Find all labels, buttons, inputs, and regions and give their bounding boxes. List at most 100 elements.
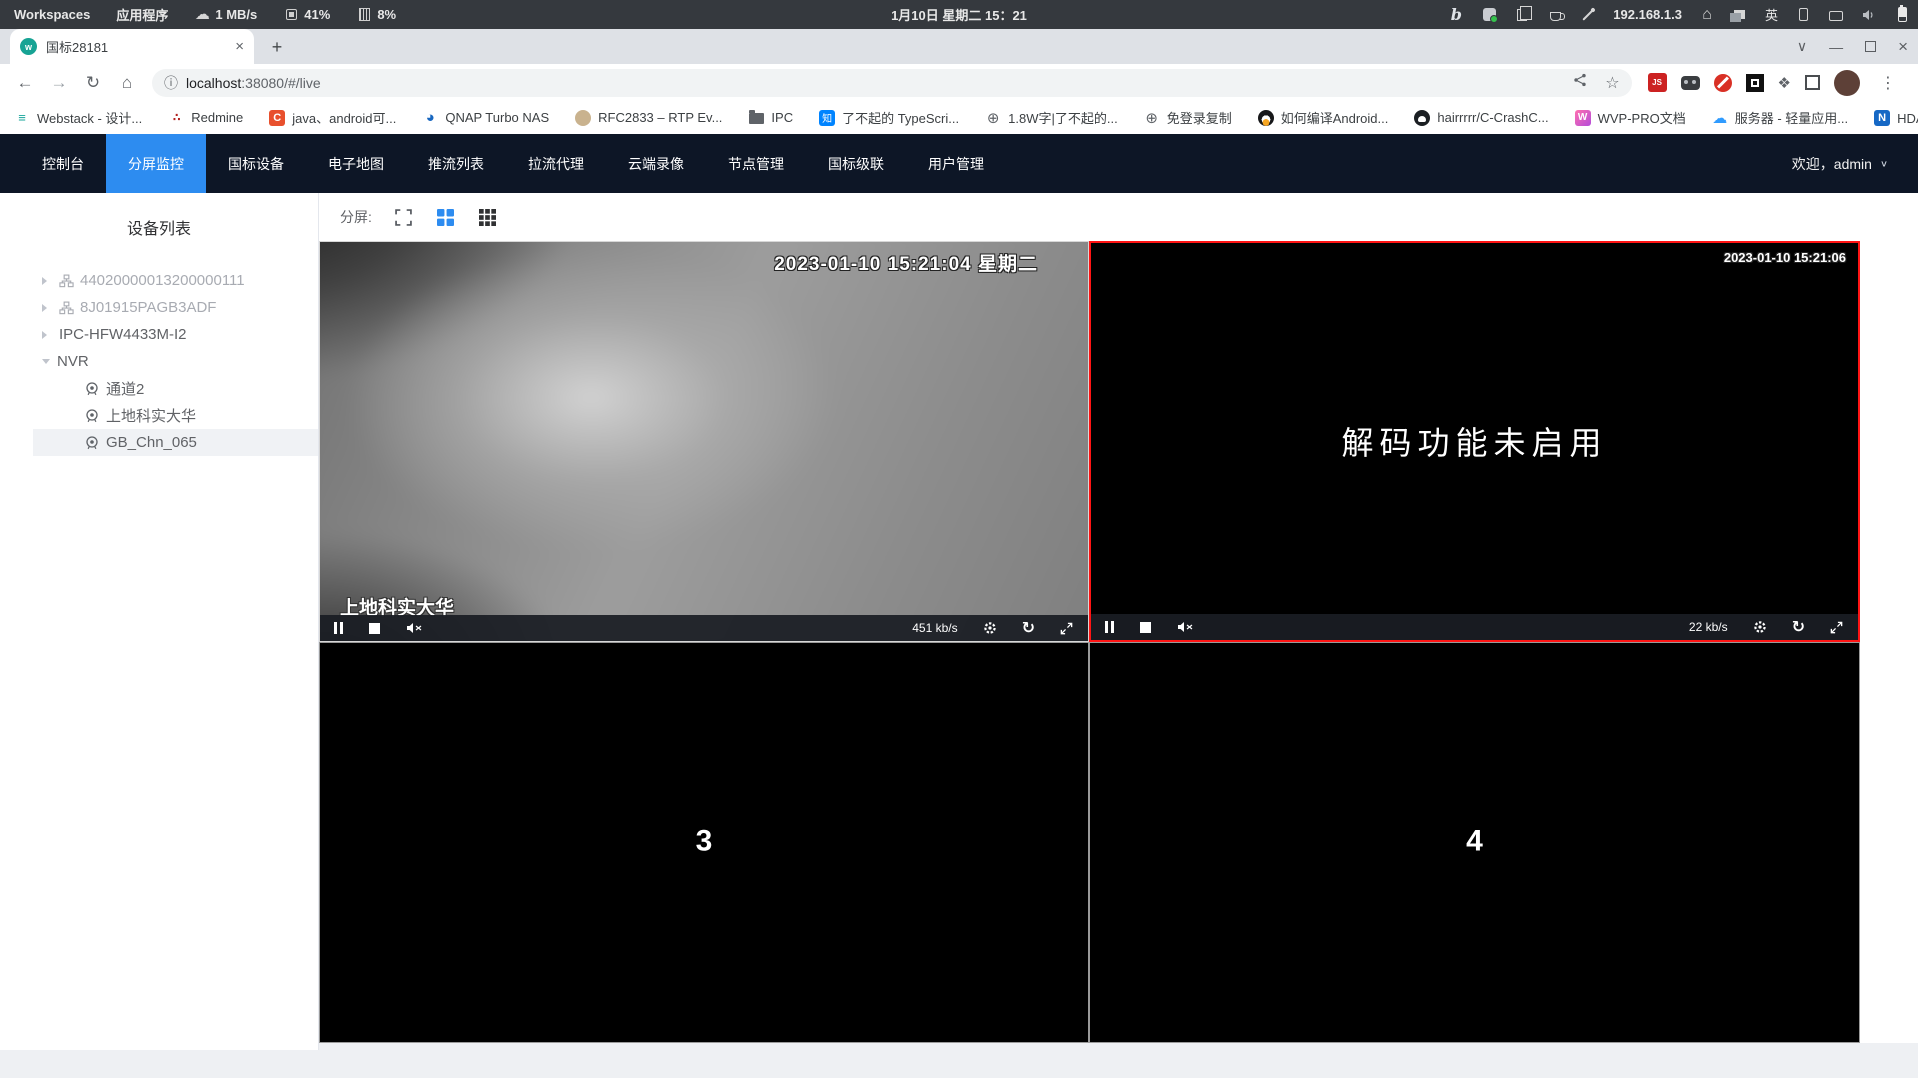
- extension-square-icon[interactable]: [1805, 75, 1820, 90]
- nav-item-node-manage[interactable]: 节点管理: [706, 134, 806, 193]
- clipboard-icon[interactable]: [1514, 5, 1533, 23]
- net-speed-indicator[interactable]: ☁ 1 MB/s: [194, 7, 257, 23]
- tree-node-channel2[interactable]: 通道2: [0, 375, 318, 402]
- extension-screenshot-icon[interactable]: [1745, 73, 1764, 92]
- refresh-icon[interactable]: ↻: [1792, 619, 1805, 635]
- home-icon[interactable]: ⌂: [1699, 6, 1715, 23]
- forward-button[interactable]: →: [44, 68, 74, 98]
- bookmark-redmine[interactable]: ∴ Redmine: [168, 110, 243, 126]
- bookmark-18w[interactable]: ⊕ 1.8W字|了不起的...: [985, 108, 1118, 127]
- reload-button[interactable]: ↻: [78, 68, 108, 98]
- stop-icon[interactable]: [1140, 619, 1151, 635]
- video-pane-3[interactable]: 3: [319, 642, 1089, 1043]
- share-icon[interactable]: [1573, 73, 1587, 92]
- tab-close-icon[interactable]: ×: [235, 39, 244, 54]
- bing-icon[interactable]: b: [1448, 5, 1464, 24]
- browser-menu-icon[interactable]: ⋮: [1874, 73, 1902, 93]
- bookmark-wvp-doc[interactable]: W WVP-PRO文档: [1574, 108, 1686, 127]
- window-restore-button[interactable]: [1865, 41, 1877, 52]
- display-icon[interactable]: [1828, 7, 1844, 23]
- extension-blocker-icon[interactable]: [1713, 73, 1732, 92]
- fullscreen-icon[interactable]: [394, 207, 414, 227]
- color-picker-icon[interactable]: [1580, 7, 1596, 23]
- back-button[interactable]: ←: [10, 68, 40, 98]
- tree-node-device-2[interactable]: 8J01915PAGB3ADF: [0, 294, 318, 321]
- window-close-button[interactable]: ×: [1898, 37, 1908, 57]
- pause-icon[interactable]: [334, 620, 343, 636]
- app-indicator-icon[interactable]: [1481, 7, 1498, 23]
- bookmark-github-crash[interactable]: hairrrrr/C-CrashC...: [1414, 109, 1549, 126]
- windows-stack-icon[interactable]: [1730, 7, 1748, 23]
- bookmark-copy-free[interactable]: ⊕ 免登录复制: [1144, 108, 1231, 127]
- caret-down-icon[interactable]: [42, 359, 50, 368]
- nav-item-cloud-record[interactable]: 云端录像: [606, 134, 706, 193]
- caret-right-icon[interactable]: [42, 330, 51, 339]
- nav-item-console[interactable]: 控制台: [20, 134, 106, 193]
- grid-3x3-icon[interactable]: [478, 207, 498, 227]
- split-screen-toolbar: 分屏:: [319, 193, 1918, 241]
- volume-icon[interactable]: [1861, 7, 1877, 23]
- bookmark-webstack[interactable]: ≡ Webstack - 设计...: [14, 108, 142, 127]
- nav-item-gb-devices[interactable]: 国标设备: [206, 134, 306, 193]
- cpu-indicator[interactable]: 41%: [283, 7, 330, 23]
- nav-item-gb-cascade[interactable]: 国标级联: [806, 134, 906, 193]
- pause-icon[interactable]: [1105, 619, 1114, 635]
- site-info-icon[interactable]: ⓘ: [164, 73, 178, 93]
- new-tab-button[interactable]: +: [266, 36, 288, 58]
- video-pane-4[interactable]: 4: [1089, 642, 1860, 1043]
- nav-item-e-map[interactable]: 电子地图: [306, 134, 406, 193]
- tree-node-shangdi[interactable]: 上地科实大华: [0, 402, 318, 429]
- workspaces-button[interactable]: Workspaces: [14, 7, 90, 22]
- bookmark-typescript[interactable]: 知了不起的 TypeScri...: [819, 108, 959, 127]
- nav-item-split-monitor[interactable]: 分屏监控: [106, 134, 206, 193]
- nav-item-pull-proxy[interactable]: 拉流代理: [506, 134, 606, 193]
- input-method-indicator[interactable]: 英: [1765, 5, 1778, 24]
- refresh-icon[interactable]: ↻: [1022, 620, 1035, 636]
- profile-avatar[interactable]: [1834, 69, 1860, 96]
- battery-icon[interactable]: [1894, 5, 1910, 23]
- settings-gear-icon[interactable]: [1752, 619, 1768, 635]
- tree-node-nvr[interactable]: NVR: [0, 348, 318, 375]
- bookmark-folder-ipc[interactable]: IPC: [748, 110, 793, 126]
- mute-speaker-icon[interactable]: [406, 620, 423, 636]
- tree-node-gb-chn-065[interactable]: GB_Chn_065: [33, 429, 318, 456]
- expand-icon[interactable]: [1059, 620, 1074, 636]
- address-bar[interactable]: ⓘ localhost :38080/#/live ☆: [152, 68, 1632, 97]
- settings-gear-icon[interactable]: [982, 620, 998, 636]
- video-pane-2[interactable]: 2023-01-10 15:21:06 解码功能未启用 22 kb/s ↻: [1089, 241, 1860, 642]
- camera-icon: [84, 435, 100, 451]
- github-icon: [1414, 109, 1431, 126]
- browser-tab[interactable]: w 国标28181 ×: [10, 29, 254, 64]
- bookmark-server[interactable]: ☁ 服务器 - 轻量应用...: [1712, 108, 1848, 127]
- video-pane-1[interactable]: 2023-01-10 15:21:04 星期二 上地科实大华 451 kb/s …: [319, 241, 1089, 642]
- extensions-puzzle-icon[interactable]: ❖: [1778, 74, 1791, 92]
- nav-item-user-manage[interactable]: 用户管理: [906, 134, 1006, 193]
- bookmark-rfc2833[interactable]: RFC2833 – RTP Ev...: [575, 109, 722, 126]
- caffeine-icon[interactable]: [1547, 7, 1565, 23]
- home-button[interactable]: ⌂: [112, 68, 142, 98]
- bookmark-star-icon[interactable]: ☆: [1605, 73, 1619, 93]
- bookmark-compile-android[interactable]: 如何编译Android...: [1257, 108, 1388, 127]
- nav-item-push-list[interactable]: 推流列表: [406, 134, 506, 193]
- tab-search-chevron-icon[interactable]: ∨: [1797, 38, 1807, 55]
- tree-node-ipc[interactable]: IPC-HFW4433M-I2: [0, 321, 318, 348]
- window-minimize-button[interactable]: —: [1829, 39, 1843, 55]
- tree-node-device-1[interactable]: 44020000013200000111: [0, 267, 318, 294]
- stop-icon[interactable]: [369, 620, 380, 636]
- memory-indicator[interactable]: 8%: [356, 7, 396, 23]
- user-menu[interactable]: 欢迎，admin ∨: [1792, 154, 1888, 174]
- caret-right-icon[interactable]: [42, 276, 51, 285]
- extension-glasses-icon[interactable]: [1680, 75, 1700, 90]
- clock-calendar-button[interactable]: 1月10日 星期二 15：21: [891, 5, 1027, 24]
- mute-speaker-icon[interactable]: [1177, 619, 1194, 635]
- grid-2x2-icon[interactable]: [436, 207, 456, 227]
- expand-icon[interactable]: [1829, 619, 1844, 635]
- bookmark-qnap[interactable]: ◕ QNAP Turbo NAS: [422, 109, 549, 126]
- applications-menu[interactable]: 应用程序: [116, 5, 168, 24]
- extension-js-icon[interactable]: JS: [1647, 73, 1667, 92]
- caret-right-icon[interactable]: [42, 303, 51, 312]
- ip-address-indicator[interactable]: 192.168.1.3: [1613, 7, 1682, 22]
- bookmark-java-android[interactable]: Cjava、android可...: [269, 108, 396, 127]
- phone-link-icon[interactable]: [1795, 7, 1811, 23]
- bookmark-hdatmos[interactable]: NHDAtmos :: 种子 *...: [1874, 108, 1918, 127]
